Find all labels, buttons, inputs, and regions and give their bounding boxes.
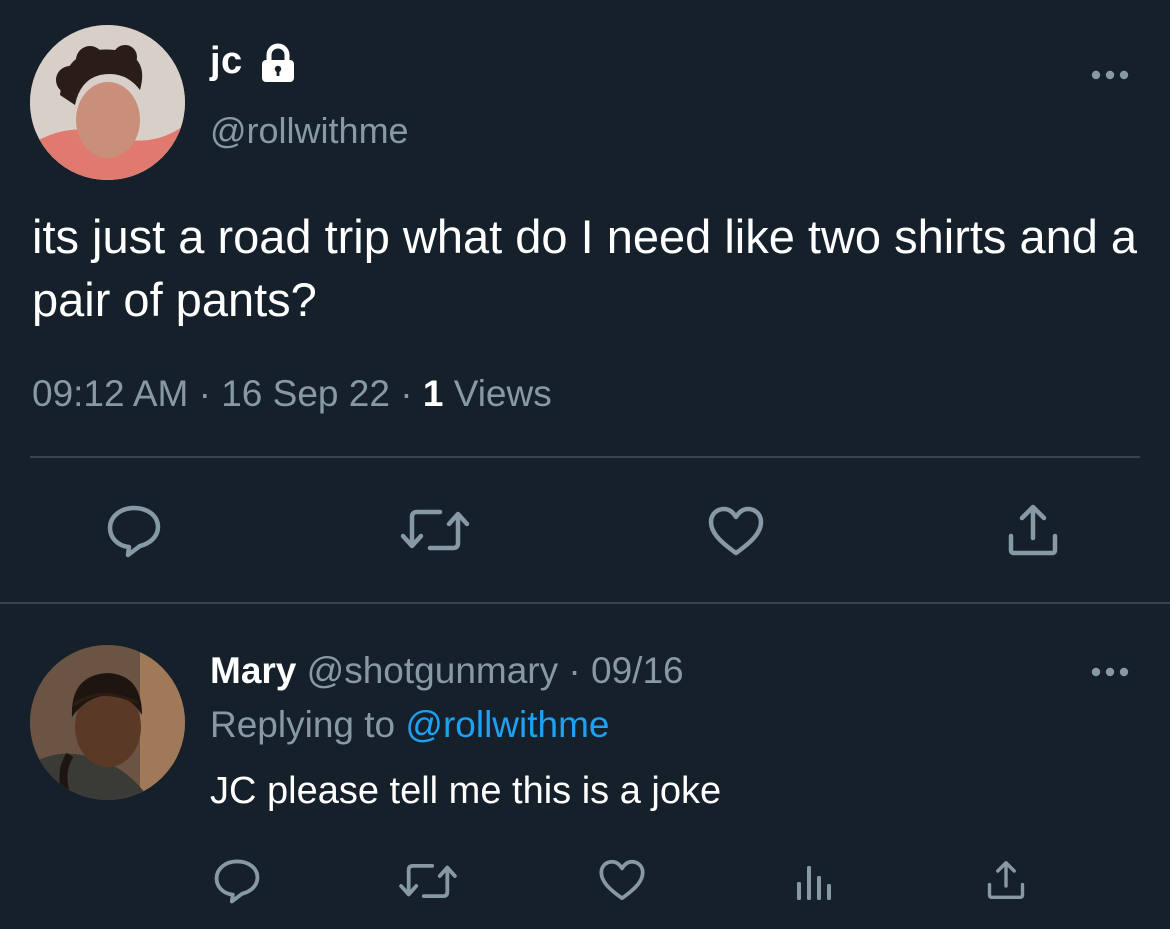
heart-icon[interactable] <box>598 858 646 902</box>
replying-to: Replying to @rollwithme <box>210 704 610 746</box>
reply-header: Mary @shotgunmary · 09/16 <box>210 650 684 692</box>
views-count: 1 <box>422 373 444 414</box>
tweet-text: its just a road trip what do I need like… <box>32 210 1138 326</box>
avatar-photo <box>30 25 185 180</box>
tweet-date[interactable]: 16 Sep 22 <box>221 373 390 414</box>
reply-icon[interactable] <box>106 504 162 558</box>
mention-link[interactable]: @rollwithme <box>405 704 609 745</box>
user-handle[interactable]: @rollwithme <box>210 110 409 152</box>
meta-separator: · <box>389 373 423 414</box>
avatar-photo <box>30 645 185 800</box>
meta-separator: · <box>558 650 592 691</box>
replying-to-label: Replying to <box>210 704 396 745</box>
heart-icon[interactable] <box>707 505 765 557</box>
divider <box>0 602 1170 604</box>
display-name[interactable]: Mary <box>210 650 296 691</box>
analytics-icon[interactable] <box>795 862 833 902</box>
views-label: Views <box>453 373 552 414</box>
tweet-time[interactable]: 09:12 AM <box>32 373 188 414</box>
lock-icon <box>257 42 299 84</box>
avatar[interactable] <box>30 645 185 800</box>
meta-separator: · <box>188 373 222 414</box>
share-icon[interactable] <box>985 858 1027 902</box>
reply-icon[interactable] <box>213 858 261 904</box>
share-icon[interactable] <box>1005 502 1061 558</box>
tweet-text: JC please tell me this is a joke <box>210 770 722 812</box>
retweet-icon[interactable] <box>400 505 470 555</box>
avatar[interactable] <box>30 25 185 180</box>
more-horizontal-icon[interactable] <box>1090 68 1130 82</box>
user-handle[interactable]: @shotgunmary <box>307 650 558 691</box>
more-horizontal-icon[interactable] <box>1090 665 1130 679</box>
retweet-icon[interactable] <box>398 860 458 902</box>
divider <box>30 456 1140 458</box>
display-name[interactable]: jc <box>210 40 243 83</box>
tweet-date[interactable]: 09/16 <box>591 650 684 691</box>
tweet-meta: 09:12 AM · 16 Sep 22 · 1 Views <box>32 373 552 415</box>
